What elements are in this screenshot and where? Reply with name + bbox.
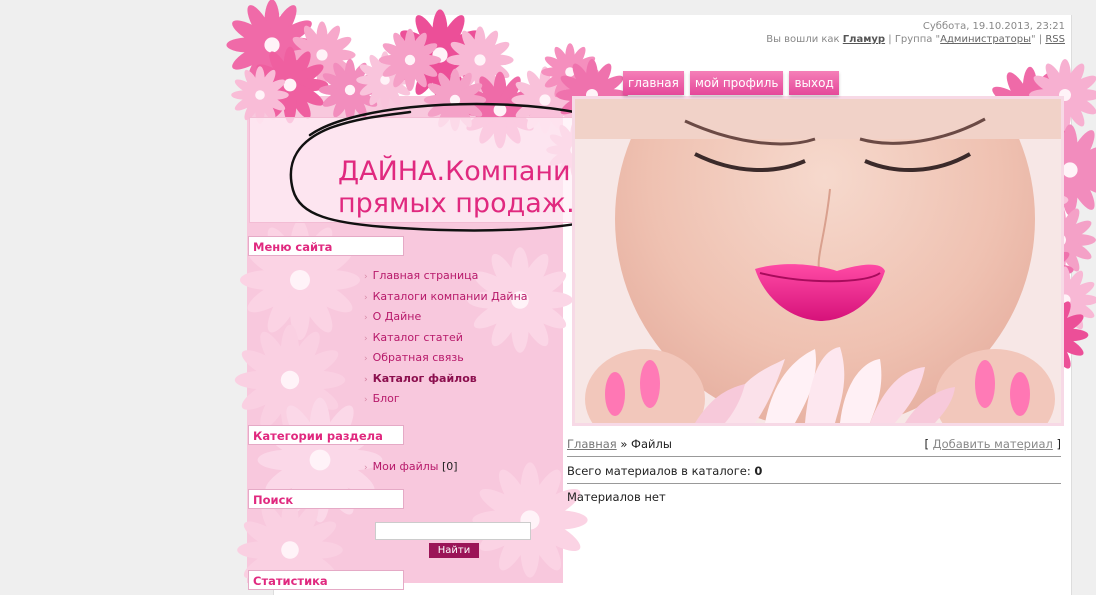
menu-item-label: О Дайне: [372, 310, 422, 323]
category-item-label: Мои файлы: [372, 460, 439, 473]
menu-item-label: Каталог статей: [372, 330, 463, 344]
add-material-link[interactable]: Добавить материал: [933, 437, 1053, 451]
group-suffix: " |: [1031, 34, 1043, 45]
hero-image: [572, 96, 1064, 426]
chevron-right-icon: ›: [364, 395, 368, 405]
chevron-right-icon: ›: [364, 354, 368, 364]
chevron-right-icon: ›: [364, 272, 368, 282]
nav-tab-home[interactable]: главная: [623, 71, 684, 95]
total-value: 0: [754, 464, 763, 478]
search-input[interactable]: [375, 522, 531, 540]
menu-item[interactable]: › Каталоги компании Дайна: [364, 287, 528, 308]
top-navigation: главная мой профиль выход: [623, 71, 839, 95]
menu-item-label: Главная страница: [372, 269, 479, 282]
empty-message: Материалов нет: [567, 490, 666, 504]
menu-box-title: Меню сайта: [248, 236, 404, 256]
nav-tab-logout[interactable]: выход: [789, 71, 839, 95]
total-label: Всего материалов в каталоге:: [567, 464, 751, 478]
datetime: Суббота, 19.10.2013, 23:21: [922, 21, 1065, 32]
chevron-right-icon: ›: [364, 313, 368, 323]
site-logo[interactable]: ДАЙНА.Компания прямых продаж.: [338, 156, 587, 220]
chevron-right-icon: ›: [364, 333, 368, 344]
menu-item-label: Каталог файлов: [372, 371, 477, 385]
face-illustration: [575, 99, 1061, 423]
menu-item[interactable]: › Обратная связь: [364, 348, 528, 369]
total-materials: Всего материалов в каталоге: 0: [567, 464, 762, 478]
search-box-title: Поиск: [248, 489, 404, 509]
category-item[interactable]: › Мои файлы [0]: [364, 460, 458, 473]
stats-box-title: Статистика: [248, 570, 404, 590]
search-button[interactable]: Найти: [429, 543, 479, 558]
menu-item[interactable]: › О Дайне: [364, 307, 528, 328]
category-count: [0]: [442, 460, 458, 473]
logged-in-label: Вы вошли как: [766, 34, 840, 45]
menu-item-active[interactable]: › Каталог файлов: [364, 369, 528, 390]
add-material: [ Добавить материал ]: [924, 437, 1061, 451]
divider: [567, 483, 1061, 484]
site-menu: › Главная страница › Каталоги компании Дай…: [364, 266, 528, 410]
breadcrumb-separator: »: [620, 437, 628, 451]
menu-item-label: Каталоги компании Дайна: [372, 289, 528, 303]
chevron-right-icon: ›: [364, 292, 368, 303]
group-link[interactable]: Администраторы: [940, 34, 1031, 45]
logo-line-2: прямых продаж.: [338, 188, 575, 219]
user-info: Суббота, 19.10.2013, 23:21 Вы вошли как …: [766, 20, 1065, 46]
username-link[interactable]: Гламур: [843, 34, 885, 45]
menu-item[interactable]: › Главная страница: [364, 266, 528, 287]
breadcrumb-current: Файлы: [631, 437, 672, 451]
chevron-right-icon: ›: [364, 463, 368, 473]
chevron-right-icon: ›: [364, 374, 368, 385]
breadcrumb: Главная » Файлы: [567, 437, 672, 451]
logo-line-1: ДАЙНА.Компания: [338, 156, 587, 187]
categories-box-title: Категории раздела: [248, 425, 404, 445]
menu-item[interactable]: › Каталог статей: [364, 328, 528, 349]
menu-item-label: Блог: [372, 392, 400, 405]
menu-item-label: Обратная связь: [372, 351, 464, 364]
bracket-open: [: [924, 437, 929, 451]
breadcrumb-home-link[interactable]: Главная: [567, 437, 617, 451]
divider: [567, 456, 1061, 457]
rss-link[interactable]: RSS: [1045, 34, 1065, 45]
menu-item[interactable]: › Блог: [364, 389, 528, 410]
nav-tab-profile[interactable]: мой профиль: [689, 71, 784, 95]
bracket-close: ]: [1056, 437, 1062, 451]
group-prefix: | Группа ": [888, 34, 941, 45]
